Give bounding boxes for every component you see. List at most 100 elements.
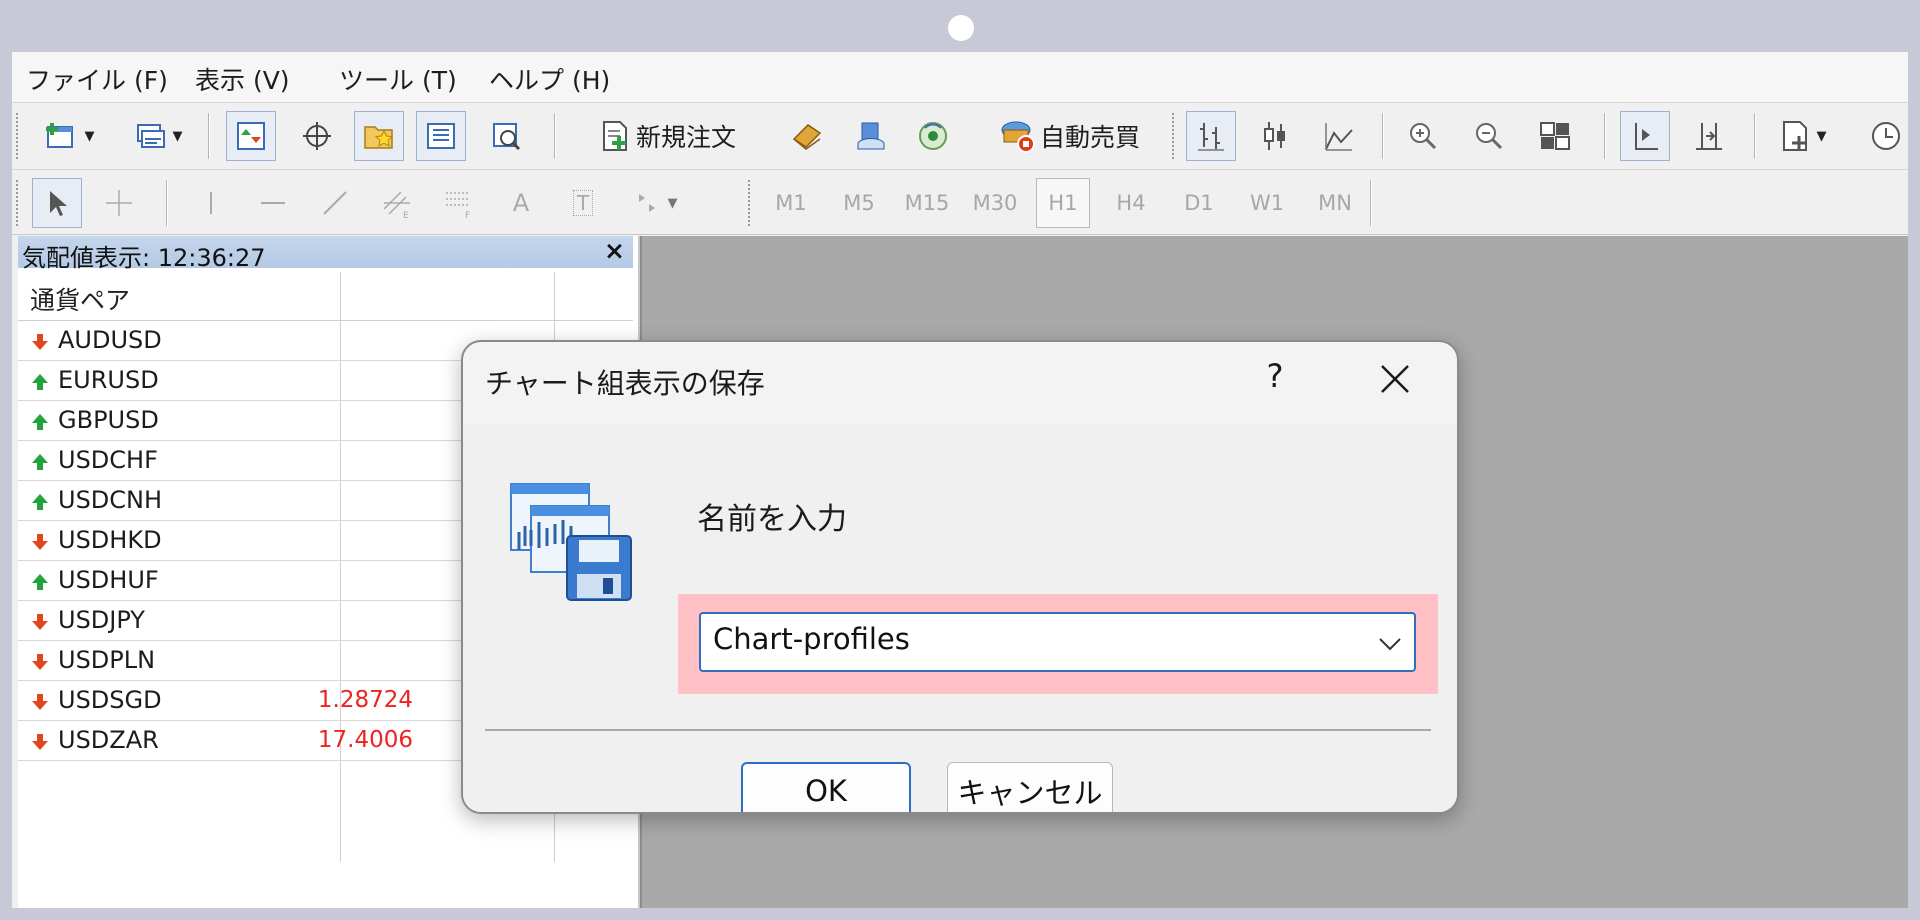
trendline-tool-button[interactable] — [312, 178, 358, 228]
save-profile-dialog: チャート組表示の保存 ? 名前を入力 Chart-profiles OK キャン… — [461, 340, 1459, 814]
bar-chart-icon — [1198, 123, 1224, 151]
cancel-button[interactable]: キャンセル — [947, 762, 1113, 812]
new-order-label: 新規注文 — [635, 123, 736, 152]
auto-scroll-button[interactable] — [1684, 111, 1734, 161]
new-order-button[interactable]: 新規注文 — [572, 111, 762, 161]
toolbar-grip[interactable] — [1172, 113, 1177, 159]
indicators-button[interactable]: ▼ — [1770, 111, 1834, 161]
timeframe-m30[interactable]: M30 — [968, 178, 1022, 228]
data-window-button[interactable] — [292, 111, 342, 161]
price-down-arrow-icon — [32, 694, 48, 710]
fibonacci-tool-button[interactable]: F — [436, 178, 482, 228]
drawing-toolbar: E F A T ▼ M1 M5 M15 M30 H1 H4 D1 W1 MN — [12, 170, 1908, 235]
signals-button[interactable] — [846, 111, 896, 161]
toolbar-grip[interactable] — [748, 180, 753, 226]
zoom-out-icon — [1476, 123, 1503, 150]
menubar: ファイル (F) 表示 (V) ツール (T) ヘルプ (H) — [12, 52, 1908, 103]
tile-windows-button[interactable] — [1530, 111, 1580, 161]
tile-windows-icon — [1540, 122, 1570, 150]
terminal-button[interactable] — [416, 111, 466, 161]
market-watch-title: 気配値表示: 12:36:27 — [22, 244, 266, 272]
text-label-tool-button[interactable]: T — [560, 178, 606, 228]
symbol-name: AUDUSD — [58, 326, 162, 354]
bid-price: 1.28724 — [317, 687, 413, 713]
auto-trading-button[interactable]: 自動売買 — [972, 111, 1166, 161]
toolbar-separator — [166, 180, 167, 226]
candlestick-button[interactable] — [1250, 111, 1300, 161]
market-watch-close-icon[interactable]: × — [604, 236, 625, 265]
menu-help[interactable]: ヘルプ (H) — [489, 61, 610, 97]
cursor-tool-button[interactable] — [32, 178, 82, 228]
toolbar-grip[interactable] — [16, 180, 21, 226]
text-tool-button[interactable]: A — [498, 178, 544, 228]
vertical-line-tool-button[interactable] — [188, 178, 234, 228]
close-icon[interactable] — [1369, 354, 1421, 404]
toolbar-separator — [1604, 113, 1605, 159]
symbol-name: GBPUSD — [58, 406, 159, 434]
profiles-icon — [136, 124, 165, 148]
standard-toolbar: ▼ ▼ 新規注文 自動売買 ▼ — [12, 103, 1908, 170]
timeframe-h1[interactable]: H1 — [1036, 178, 1090, 228]
zoom-in-button[interactable] — [1398, 111, 1448, 161]
chevron-down-icon[interactable] — [1378, 636, 1402, 655]
profiles-button[interactable]: ▼ — [124, 111, 190, 161]
new-order-icon — [602, 121, 627, 151]
timeframe-m1[interactable]: M1 — [764, 178, 818, 228]
strategy-tester-button[interactable] — [482, 111, 532, 161]
chart-shift-icon — [1635, 123, 1658, 150]
svg-text:F: F — [465, 211, 470, 219]
timeframe-m5[interactable]: M5 — [832, 178, 886, 228]
new-chart-button[interactable]: ▼ — [36, 111, 102, 161]
timeframe-m15[interactable]: M15 — [900, 178, 954, 228]
fibonacci-icon: F — [446, 192, 470, 219]
bar-chart-button[interactable] — [1186, 111, 1236, 161]
symbol-column-header[interactable]: 通貨ペア — [30, 281, 130, 317]
arrows-icon — [638, 194, 655, 212]
toolbar-separator — [208, 113, 209, 159]
profile-name-value: Chart-profiles — [713, 622, 910, 656]
new-chart-icon — [45, 123, 73, 148]
periods-button[interactable] — [1864, 111, 1908, 161]
symbol-name: USDHKD — [58, 526, 162, 554]
toolbar-separator — [1370, 180, 1371, 226]
market-button[interactable] — [782, 111, 832, 161]
crosshair-tool-button[interactable] — [94, 178, 144, 228]
menu-tools[interactable]: ツール (T) — [339, 61, 457, 97]
auto-trading-label: 自動売買 — [1039, 123, 1140, 152]
menu-file[interactable]: ファイル (F) — [26, 61, 168, 97]
navigator-button[interactable] — [354, 111, 404, 161]
horizontal-line-tool-button[interactable] — [250, 178, 296, 228]
save-chart-profile-icon — [509, 482, 635, 610]
timeframe-w1[interactable]: W1 — [1240, 178, 1294, 228]
arrows-tool-button[interactable]: ▼ — [622, 178, 688, 228]
menu-view[interactable]: 表示 (V) — [195, 61, 290, 97]
toolbar-grip[interactable] — [16, 113, 21, 159]
market-watch-title-bar[interactable]: 気配値表示: 12:36:27 × — [18, 236, 633, 272]
dialog-divider — [485, 729, 1431, 731]
zoom-out-button[interactable] — [1464, 111, 1514, 161]
price-up-arrow-icon — [32, 454, 48, 470]
symbol-name: USDJPY — [58, 606, 145, 634]
zoom-in-icon — [1410, 123, 1437, 150]
timeframe-h4[interactable]: H4 — [1104, 178, 1158, 228]
svg-text:E: E — [403, 211, 409, 219]
profile-name-combobox[interactable]: Chart-profiles — [699, 612, 1416, 672]
line-chart-button[interactable] — [1314, 111, 1364, 161]
chart-shift-button[interactable] — [1620, 111, 1670, 161]
equidistant-channel-tool-button[interactable]: E — [374, 178, 420, 228]
vps-button[interactable] — [908, 111, 958, 161]
timeframe-d1[interactable]: D1 — [1172, 178, 1226, 228]
symbol-name: USDCHF — [58, 446, 158, 474]
price-up-arrow-icon — [32, 494, 48, 510]
ok-button[interactable]: OK — [741, 762, 911, 812]
crosshair-icon — [303, 122, 331, 150]
vps-signal-icon — [919, 122, 947, 150]
help-icon[interactable]: ? — [1253, 354, 1297, 398]
market-watch-button[interactable] — [226, 111, 276, 161]
terminal-icon — [427, 123, 455, 149]
price-down-arrow-icon — [32, 334, 48, 350]
auto-scroll-icon — [1696, 123, 1722, 150]
timeframe-mn[interactable]: MN — [1308, 178, 1362, 228]
cursor-arrow-icon — [50, 191, 67, 216]
price-down-arrow-icon — [32, 614, 48, 630]
